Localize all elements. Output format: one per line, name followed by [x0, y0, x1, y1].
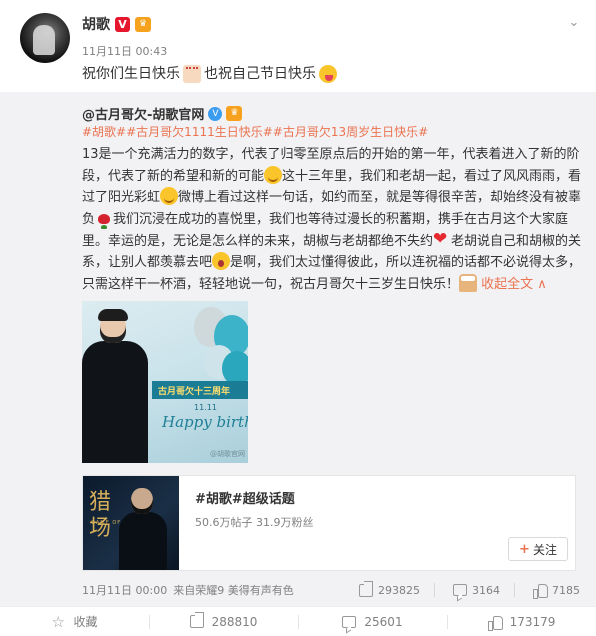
repost-footer: 11月11日 00:00 来自 荣耀9 美得有声有色 293825 3164 7…	[82, 582, 580, 599]
person-hair-shape	[98, 309, 128, 321]
weibo-post-card: 胡歌 V ♛ 11月11日 00:43 ⌄ 祝你们生日快乐 也祝自己节日快乐 @…	[0, 0, 596, 636]
post-text-part2: 也祝自己节日快乐	[204, 66, 316, 82]
repost-comment-count[interactable]: 3164	[453, 584, 500, 597]
super-topic-card[interactable]: 猎场 GAME OF HUNTING #胡歌#超级话题 50.6万帖子 31.9…	[82, 475, 576, 571]
person-head-shape	[131, 488, 153, 514]
like-icon	[533, 583, 548, 599]
hashtag-link[interactable]: #古月哥欠1111生日快乐#	[126, 123, 273, 140]
action-bar: ☆ 收藏 288810 25601 173179	[0, 606, 596, 636]
follow-button[interactable]: + 关注	[508, 537, 568, 561]
hashtag-list: #胡歌# #古月哥欠1111生日快乐# #古月哥欠13周岁生日快乐#	[82, 123, 428, 140]
cover-title-art: 猎场	[89, 490, 112, 541]
post-timestamp[interactable]: 11月11日 00:43	[82, 43, 167, 59]
repost-body-text: 13是一个充满活力的数字，代表了归零至原点后的开始的第一年，代表着进入了新的阶段…	[82, 144, 582, 295]
repost-share-count[interactable]: 293825	[359, 583, 420, 597]
balloon-shape	[222, 351, 248, 385]
repost-meta: 11月11日 00:00 来自 荣耀9 美得有声有色	[82, 582, 341, 598]
comment-button[interactable]: 25601	[298, 607, 447, 636]
favorite-label: 收藏	[73, 615, 98, 629]
chevron-down-icon[interactable]: ⌄	[566, 14, 582, 30]
plus-icon: +	[519, 541, 530, 557]
photo-watermark: @胡歌官网	[210, 450, 245, 458]
repost-author-name[interactable]: @古月哥欠-胡歌官网	[82, 104, 204, 123]
divider	[434, 583, 435, 597]
comment-icon	[453, 584, 467, 596]
photo-happy-text: Happy birthd	[162, 413, 248, 431]
cake-emoji-icon	[183, 65, 201, 83]
vip-crown-icon: ♛	[135, 16, 151, 32]
topic-title[interactable]: #胡歌#超级话题	[195, 488, 295, 507]
source-device[interactable]: 荣耀9 美得有声有色	[195, 582, 294, 598]
repost-like-count[interactable]: 7185	[533, 583, 580, 599]
source-prefix: 来自	[173, 584, 196, 597]
author-avatar[interactable]	[20, 13, 70, 63]
share-icon	[189, 615, 204, 628]
person-body-shape	[119, 512, 167, 570]
share-count: 288810	[211, 614, 258, 629]
post-text-part1: 祝你们生日快乐	[82, 66, 180, 82]
share-button[interactable]: 288810	[149, 607, 298, 636]
avatar-figure	[33, 25, 55, 55]
tongue-emoji-icon	[319, 65, 337, 83]
cake-emoji-icon	[459, 273, 478, 292]
like-count: 173179	[509, 614, 556, 629]
post-text: 祝你们生日快乐 也祝自己节日快乐	[82, 64, 337, 84]
blue-verified-icon: V	[208, 106, 223, 121]
comment-count: 3164	[472, 583, 500, 597]
photo-banner: 古月哥欠十三周年	[152, 381, 248, 399]
surprised-emoji-icon	[212, 252, 231, 270]
favorite-button[interactable]: ☆ 收藏	[0, 607, 149, 636]
follow-label: 关注	[532, 542, 557, 557]
like-icon	[487, 615, 503, 631]
topic-cover-image: 猎场 GAME OF HUNTING	[83, 476, 179, 570]
author-name[interactable]: 胡歌	[82, 14, 110, 34]
star-icon: ☆	[51, 612, 65, 631]
comment-icon	[342, 615, 357, 628]
like-count: 7185	[552, 583, 580, 597]
topic-stats: 50.6万帖子 31.9万粉丝	[195, 516, 314, 529]
smile-emoji-icon	[160, 187, 179, 205]
hashtag-link[interactable]: #古月哥欠13周岁生日快乐#	[273, 123, 428, 140]
birthday-photo[interactable]: 古月哥欠十三周年 11.11 Happy birthd @胡歌官网	[82, 301, 248, 463]
heart-emoji-icon	[433, 229, 451, 251]
repost-author-row: @古月哥欠-胡歌官网 V ♛	[82, 104, 243, 123]
repost-time[interactable]: 11月11日 00:00	[82, 582, 167, 598]
like-button[interactable]: 173179	[447, 607, 596, 636]
comment-count: 25601	[364, 614, 403, 629]
rose-emoji-icon	[95, 213, 113, 231]
author-row: 胡歌 V ♛	[82, 14, 151, 34]
grin-emoji-icon	[264, 165, 283, 184]
collapse-text-link[interactable]: 收起全文 ∧	[481, 277, 547, 292]
hashtag-link[interactable]: #胡歌#	[82, 123, 126, 140]
vip-crown-icon: ♛	[226, 106, 243, 121]
share-icon	[359, 583, 373, 597]
share-count: 293825	[378, 583, 420, 597]
photo-date: 11.11	[194, 403, 217, 412]
person-body-shape	[82, 341, 148, 463]
repost-block: @古月哥欠-胡歌官网 V ♛ #胡歌# #古月哥欠1111生日快乐# #古月哥欠…	[0, 92, 596, 606]
divider	[514, 583, 515, 597]
verified-badge-icon: V	[115, 16, 130, 32]
